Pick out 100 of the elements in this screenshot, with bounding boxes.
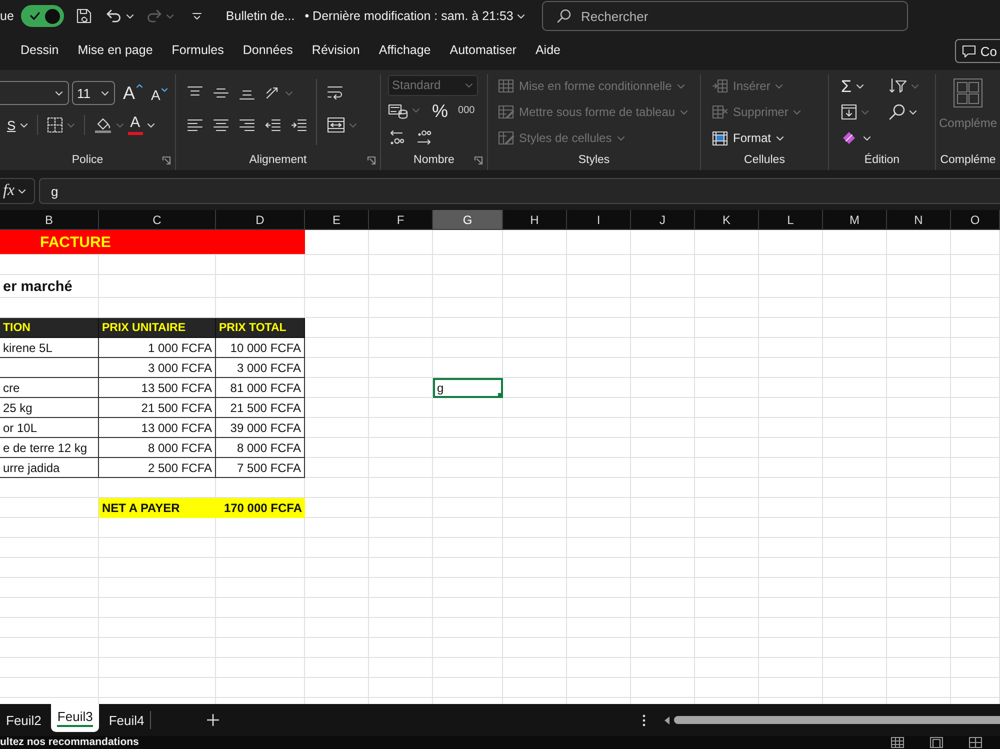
grow-font-button[interactable]: A [123,84,144,102]
wrap-text-icon[interactable] [327,85,343,101]
group-label: Édition [864,154,900,166]
font-name-field[interactable] [0,81,69,105]
scrollbar[interactable] [674,716,1000,724]
total-label-cell: NET A PAYER [99,498,216,518]
autosum-button[interactable]: Σ [841,78,852,94]
menu-tab[interactable]: Données [233,37,302,65]
fill-handle[interactable] [498,393,503,398]
table-cell: or 10L [0,418,99,438]
table-header-cell: PRIX TOTAL [216,318,305,338]
dialog-launcher-icon[interactable] [474,156,483,164]
dialog-launcher-icon[interactable] [162,156,171,164]
table-cell: 1 000 FCFA [99,338,216,358]
autosave-toggle[interactable] [20,5,64,27]
four-squares-icon [953,78,983,108]
align-left-icon[interactable] [187,119,203,131]
vertical-dots-icon[interactable] [642,714,646,726]
table-cell: 39 000 FCFA [216,418,305,438]
align-right-icon[interactable] [239,119,255,131]
document-title[interactable]: Bulletin de... [226,9,295,23]
table-cell: 13 000 FCFA [99,418,216,438]
align-middle-icon[interactable] [213,86,229,100]
menu-tab[interactable]: Automatiser [440,37,526,65]
table-header-cell: TION [0,318,99,338]
table-cell: kirene 5L [0,338,99,358]
menu-tab[interactable]: Affichage [369,37,440,65]
sheet-heading: er marché [2,278,74,296]
menu-tab[interactable]: Formules [162,37,234,65]
grid-view-icon[interactable] [891,737,904,748]
thousands-button[interactable]: 000 [458,106,475,116]
group-label: Alignement [249,154,307,166]
group-label: Compléme [940,154,996,166]
dotted-grid-icon[interactable] [46,117,63,133]
ribbon-command[interactable]: Format [712,126,828,150]
table-cell: 21 500 FCFA [99,398,216,418]
active-cell[interactable]: g [433,378,503,398]
table-cell: 8 000 FCFA [99,438,216,458]
table-cell: 13 500 FCFA [99,378,216,398]
funnel-arrow-icon[interactable] [889,78,907,94]
caret-down-icon [161,88,168,92]
table-header-cell: PRIX UNITAIRE [99,318,216,338]
split-page-icon[interactable] [969,737,982,748]
table-cell: 21 500 FCFA [216,398,305,418]
fill-down-icon[interactable] [841,104,857,120]
underline-button[interactable]: S [7,118,16,132]
add-decimal-icon[interactable] [388,128,404,147]
format-cells-icon[interactable] [712,130,728,146]
remove-decimal-icon[interactable] [416,128,432,147]
outdent-icon[interactable] [265,119,281,131]
group-label: Cellules [744,154,785,166]
page-view-icon[interactable] [930,737,943,748]
table-cell: 8 000 FCFA [216,438,305,458]
table-cell: e de terre 12 kg [0,438,99,458]
autosave-label: ue [0,9,14,23]
plus-icon[interactable] [207,714,220,726]
group-label: Styles [578,154,610,166]
dialog-launcher-icon[interactable] [367,156,376,164]
table-cell: 25 kg [0,398,99,418]
save-icon[interactable] [76,8,92,24]
menu-tab[interactable]: Aide [526,37,570,65]
menu-tab[interactable]: Révision [302,37,370,65]
table-cell: cre [0,378,99,398]
search-icon[interactable] [889,104,905,120]
search-icon [557,9,571,23]
font-size-field[interactable]: 11 [72,81,115,105]
menu-tab[interactable]: Dessin [11,37,68,65]
comments-button[interactable]: Co [955,39,1000,63]
percent-button[interactable]: % [432,102,448,120]
table-cell: 81 000 FCFA [216,378,305,398]
sheet-tab[interactable]: Feuil3 [51,704,99,732]
caret-up-icon [136,84,144,88]
group-label: Nombre [414,154,454,166]
status-message[interactable]: ultez nos recommandations [0,736,139,749]
paint-bucket-icon[interactable] [94,117,112,133]
check-icon [30,12,40,20]
shrink-font-button[interactable]: A [151,88,168,102]
sheet-tab[interactable]: Feuil4 [102,707,150,733]
column-header[interactable]: G [433,210,503,230]
table-cell: 2 500 FCFA [99,458,216,478]
sheet-tab[interactable]: Feuil2 [0,707,48,733]
search-field[interactable]: Rechercher [542,1,908,31]
speech-bubble-icon [962,44,976,58]
merge-cells-icon[interactable] [327,117,345,133]
menu-tab[interactable]: Mise en page [68,37,162,65]
undo-icon[interactable] [106,9,122,23]
customize-icon[interactable] [192,12,202,20]
indent-icon[interactable] [291,119,307,131]
scroll-left-icon[interactable] [664,716,670,724]
total-value-cell: 170 000 FCFA [216,498,305,518]
formula-field[interactable]: g [39,178,1000,204]
table-cell: 3 000 FCFA [216,358,305,378]
modified-status[interactable]: • Dernière modification : sam. à 21:53 [304,9,526,23]
title-banner: FACTURE [0,230,305,255]
table-cell: 7 500 FCFA [216,458,305,478]
align-center-icon[interactable] [213,119,229,131]
currency-icon[interactable] [388,102,408,119]
swatch-icon [128,132,143,135]
font-color-button[interactable]: A [128,115,143,135]
insert-function-button[interactable]: fx [0,178,35,204]
